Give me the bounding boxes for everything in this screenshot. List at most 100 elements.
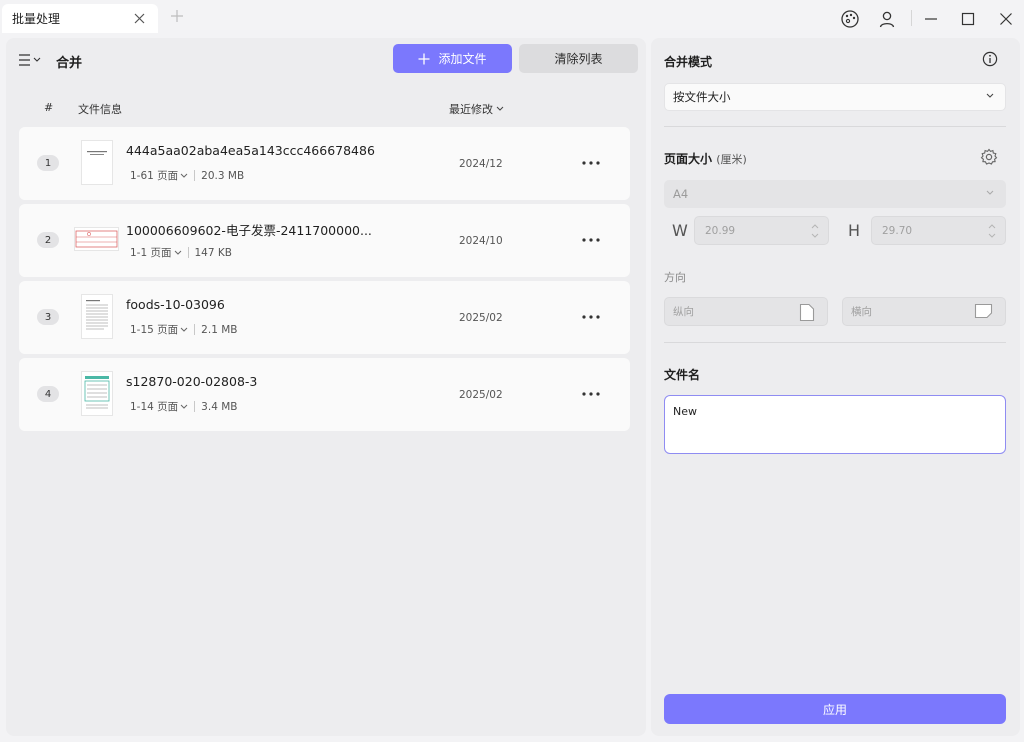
add-tab-icon[interactable] bbox=[168, 9, 186, 27]
chevron-down-icon bbox=[180, 173, 188, 178]
info-icon[interactable] bbox=[982, 51, 998, 67]
file-name: 444a5aa02aba4ea5a143ccc466678486 bbox=[126, 143, 375, 158]
file-thumbnail bbox=[74, 227, 119, 251]
maximize-icon[interactable] bbox=[957, 8, 979, 30]
file-name: s12870-020-02808-3 bbox=[126, 374, 258, 389]
stepper-arrows-icon bbox=[988, 224, 996, 238]
column-header-modified-label: 最近修改 bbox=[449, 103, 493, 116]
width-value: 20.99 bbox=[705, 224, 736, 237]
file-date: 2025/02 bbox=[459, 312, 503, 324]
apply-label: 应用 bbox=[822, 702, 847, 717]
file-thumbnail bbox=[81, 140, 113, 185]
section-divider bbox=[664, 126, 1006, 127]
landscape-label: 横向 bbox=[851, 306, 872, 318]
file-name: 100006609602-电子发票-2411700000... bbox=[126, 223, 372, 238]
meta-divider bbox=[194, 170, 196, 181]
clear-list-label: 清除列表 bbox=[554, 52, 603, 66]
page-range-dropdown[interactable]: 1-14 页面 bbox=[130, 399, 188, 414]
file-list: 1 444a5aa02aba4ea5a143ccc466678486 1-61 … bbox=[19, 127, 630, 435]
filename-label: 文件名 bbox=[664, 368, 701, 382]
add-file-label: 添加文件 bbox=[438, 52, 487, 66]
height-label: H bbox=[848, 221, 861, 240]
file-size: 2.1 MB bbox=[201, 323, 238, 336]
landscape-icon bbox=[974, 303, 993, 319]
meta-divider bbox=[194, 324, 196, 335]
file-meta: 1-14 页面 3.4 MB bbox=[130, 399, 237, 414]
more-options-icon[interactable] bbox=[579, 309, 603, 325]
file-size: 3.4 MB bbox=[201, 400, 238, 413]
file-row[interactable]: 4 s12870-020-02808-3 1-14 页面 3.4 MB 2025… bbox=[19, 358, 630, 431]
chevron-down-icon bbox=[496, 106, 504, 111]
file-date: 2025/02 bbox=[459, 389, 503, 401]
page-size-unit: (厘米) bbox=[716, 153, 747, 166]
page-size-value: A4 bbox=[673, 187, 689, 201]
file-date: 2024/10 bbox=[459, 235, 503, 247]
file-size: 20.3 MB bbox=[201, 169, 245, 182]
file-row[interactable]: 1 444a5aa02aba4ea5a143ccc466678486 1-61 … bbox=[19, 127, 630, 200]
file-row[interactable]: 2 100006609602-电子发票-2411700000... 1-1 页面… bbox=[19, 204, 630, 277]
page-size-label-text: 页面大小 bbox=[664, 152, 713, 166]
file-date: 2024/12 bbox=[459, 158, 503, 170]
row-index: 2 bbox=[37, 232, 59, 248]
palette-icon[interactable] bbox=[839, 8, 861, 30]
file-size: 147 KB bbox=[194, 246, 232, 259]
width-label: W bbox=[672, 221, 688, 240]
file-meta: 1-61 页面 20.3 MB bbox=[130, 168, 244, 183]
page-size-select[interactable]: A4 bbox=[664, 180, 1006, 208]
chevron-down-icon bbox=[986, 93, 994, 98]
width-input[interactable]: 20.99 bbox=[694, 216, 829, 245]
more-options-icon[interactable] bbox=[579, 155, 603, 171]
chevron-down-icon bbox=[174, 250, 181, 255]
column-header-info: 文件信息 bbox=[78, 103, 122, 116]
page-title: 合并 bbox=[56, 56, 83, 71]
page-range-dropdown[interactable]: 1-15 页面 bbox=[130, 322, 188, 337]
filename-input[interactable]: New bbox=[664, 395, 1006, 454]
apply-button[interactable]: 应用 bbox=[664, 694, 1006, 724]
section-divider bbox=[664, 342, 1006, 343]
close-icon[interactable] bbox=[132, 11, 146, 25]
menu-icon bbox=[19, 54, 41, 66]
merge-mode-select[interactable]: 按文件大小 bbox=[664, 83, 1006, 111]
landscape-option[interactable]: 横向 bbox=[842, 297, 1006, 326]
page-range-dropdown[interactable]: 1-1 页面 bbox=[130, 245, 182, 260]
file-meta: 1-15 页面 2.1 MB bbox=[130, 322, 237, 337]
add-file-button[interactable]: 添加文件 bbox=[393, 44, 512, 73]
chevron-down-icon bbox=[180, 327, 188, 332]
portrait-option[interactable]: 纵向 bbox=[664, 297, 828, 326]
page-range: 1-61 页面 bbox=[130, 170, 179, 182]
meta-divider bbox=[187, 247, 189, 258]
more-options-icon[interactable] bbox=[579, 232, 603, 248]
gear-icon[interactable] bbox=[980, 148, 998, 166]
clear-list-button[interactable]: 清除列表 bbox=[519, 44, 638, 73]
page-range: 1-1 页面 bbox=[130, 247, 172, 259]
file-name: foods-10-03096 bbox=[126, 297, 225, 312]
page-size-label: 页面大小 (厘米) bbox=[664, 150, 747, 167]
height-value: 29.70 bbox=[882, 224, 913, 237]
chevron-down-icon bbox=[986, 190, 994, 195]
file-list-panel: 合并 添加文件 清除列表 # 文件信息 最近修改 1 444a5aa02aba4… bbox=[6, 38, 646, 736]
page-range-dropdown[interactable]: 1-61 页面 bbox=[130, 168, 188, 183]
user-icon[interactable] bbox=[876, 8, 898, 30]
file-row[interactable]: 3 foods-10-03096 1-15 页面 2.1 MB 2025/02 bbox=[19, 281, 630, 354]
column-header-modified[interactable]: 最近修改 bbox=[449, 101, 504, 117]
stepper-arrows-icon bbox=[811, 224, 819, 238]
row-index: 1 bbox=[37, 155, 59, 171]
chevron-down-icon bbox=[180, 404, 188, 409]
titlebar-divider bbox=[911, 10, 912, 26]
column-header-number: # bbox=[44, 101, 54, 114]
close-window-icon[interactable] bbox=[995, 8, 1017, 30]
portrait-label: 纵向 bbox=[673, 306, 694, 318]
menu-toggle[interactable] bbox=[18, 52, 44, 68]
height-input[interactable]: 29.70 bbox=[871, 216, 1006, 245]
row-index: 3 bbox=[37, 309, 59, 325]
title-bar: 批量处理 bbox=[0, 0, 1024, 36]
tab-batch-process[interactable]: 批量处理 bbox=[2, 4, 158, 33]
row-index: 4 bbox=[37, 386, 59, 402]
plus-icon bbox=[418, 53, 430, 64]
file-thumbnail bbox=[81, 294, 113, 339]
meta-divider bbox=[194, 401, 196, 412]
more-options-icon[interactable] bbox=[579, 386, 603, 402]
file-thumbnail bbox=[81, 371, 113, 416]
page-range: 1-14 页面 bbox=[130, 401, 179, 413]
minimize-icon[interactable] bbox=[920, 8, 942, 30]
